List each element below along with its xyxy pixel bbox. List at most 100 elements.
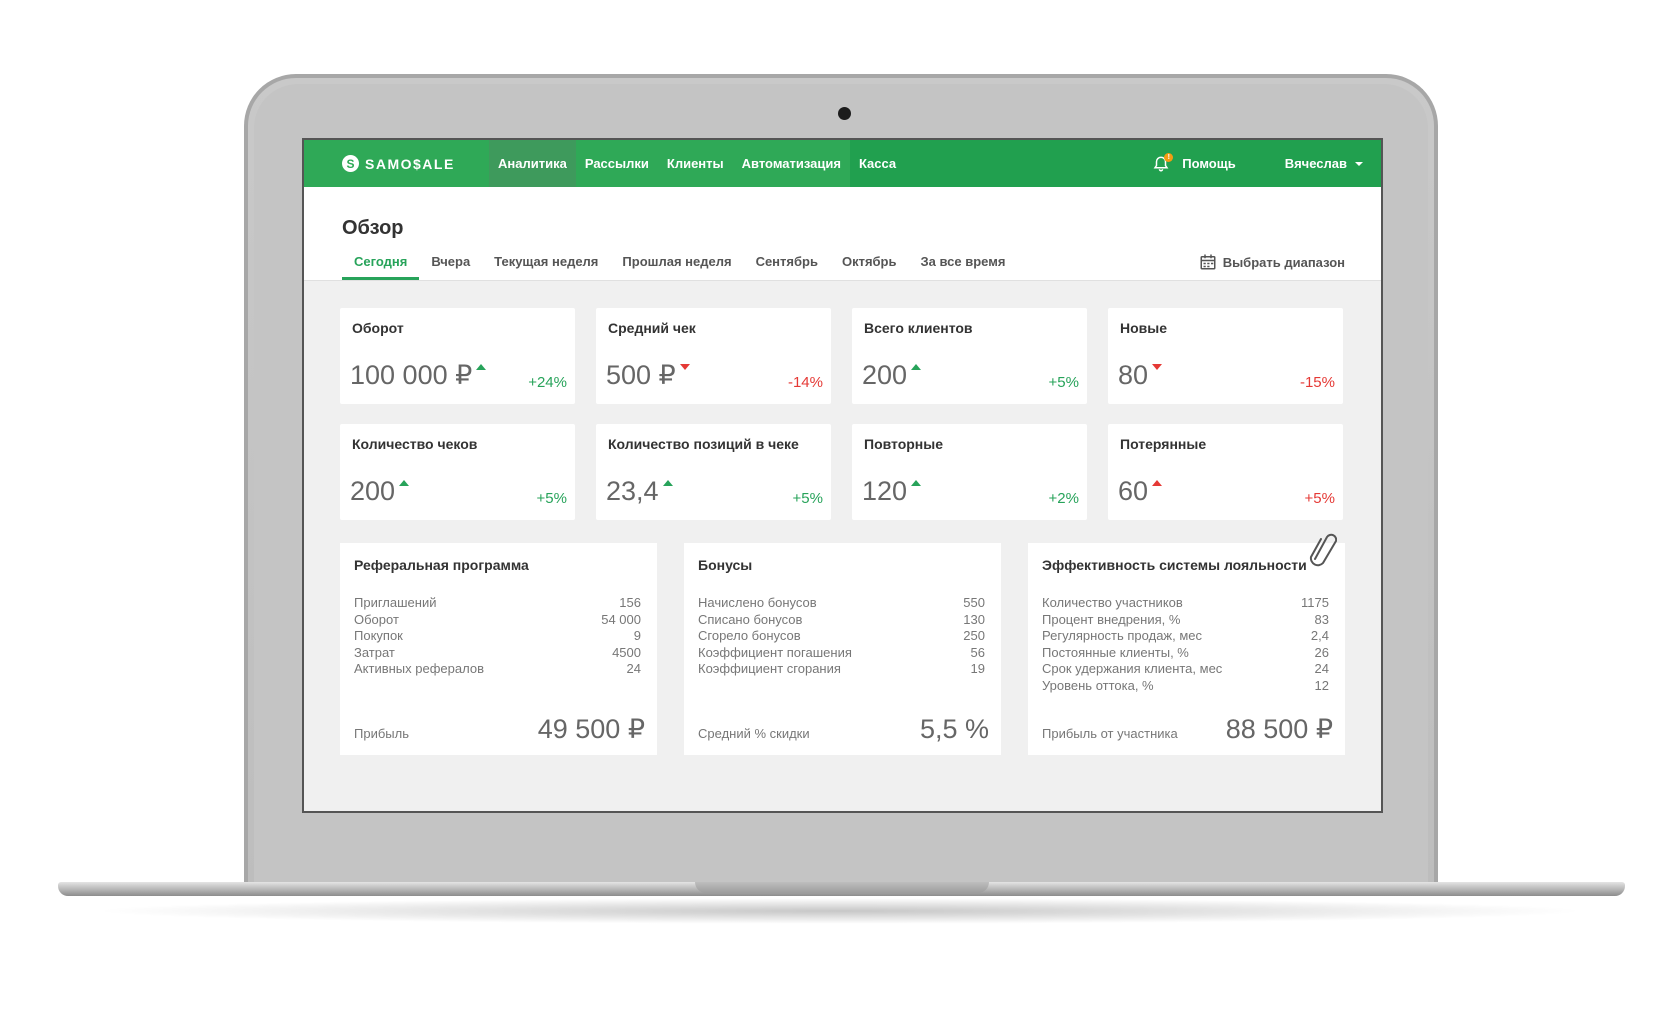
- list-item: Оборот 54 000: [354, 612, 641, 629]
- kpi-title: Оборот: [352, 320, 404, 336]
- kpi-title: Количество чеков: [352, 436, 478, 452]
- row-value: 550: [963, 595, 985, 610]
- nav-item-clients[interactable]: Клиенты: [657, 140, 733, 187]
- kpi-value: 23,4: [606, 476, 659, 506]
- row-label: Срок удержания клиента, мес: [1042, 661, 1223, 676]
- kpi-card-total-clients[interactable]: Всего клиентов 200 +5%: [852, 308, 1087, 404]
- kpi-title: Повторные: [864, 436, 944, 452]
- panel-foot-value: 49 500 ₽: [537, 714, 645, 744]
- tab-september[interactable]: Сентябрь: [744, 246, 830, 280]
- list-item: Уровень оттока, % 12: [1042, 678, 1329, 695]
- kpi-value: 500 ₽: [606, 360, 676, 390]
- list-item: Регулярность продаж, мес 2,4: [1042, 628, 1329, 645]
- arrow-down-icon: [1152, 364, 1163, 370]
- row-label: Приглашений: [354, 595, 437, 610]
- list-item: Начислено бонусов 550: [698, 595, 985, 612]
- notification-badge: !: [1164, 152, 1174, 162]
- row-label: Регулярность продаж, мес: [1042, 628, 1203, 643]
- list-item: Коэффициент сгорания 19: [698, 661, 985, 678]
- nav-item-mailings[interactable]: Рассылки: [575, 140, 658, 187]
- kpi-title: Средний чек: [608, 320, 696, 336]
- tab-yesterday[interactable]: Вчера: [419, 246, 482, 280]
- panel-foot-value: 88 500 ₽: [1225, 714, 1333, 744]
- kpi-card-lost[interactable]: Потерянные 60 +5%: [1108, 424, 1343, 520]
- laptop-notch: [695, 882, 989, 893]
- list-item: Сгорело бонусов 250: [698, 628, 985, 645]
- list-item: Срок удержания клиента, мес 24: [1042, 661, 1329, 678]
- kpi-change: -15%: [1299, 374, 1335, 391]
- page-header: Обзор Сегодня Вчера Текущая неделя Прошл…: [304, 187, 1381, 281]
- kpi-card-average-check[interactable]: Средний чек 500 ₽ -14%: [596, 308, 831, 404]
- panel-foot-label: Средний % скидки: [698, 726, 810, 741]
- nav-item-automation[interactable]: Автоматизация: [732, 140, 850, 187]
- nav-items: Аналитика Рассылки Клиенты Автоматизация…: [489, 140, 906, 187]
- arrow-up-icon: [911, 480, 922, 486]
- row-value: 56: [970, 644, 985, 660]
- row-label: Сгорело бонусов: [698, 628, 801, 643]
- kpi-title: Новые: [1120, 320, 1168, 336]
- row-value: 26: [1314, 644, 1329, 660]
- list-item: Покупок 9: [354, 628, 641, 645]
- kpi-change: +24%: [528, 374, 567, 391]
- logo[interactable]: S SAMO$ALE: [304, 140, 489, 187]
- nav-item-cashbox[interactable]: Касса: [849, 140, 906, 187]
- row-label: Начислено бонусов: [698, 595, 817, 610]
- notifications-button[interactable]: !: [1152, 152, 1174, 173]
- panel-rows: Количество участников 1175 Процент внедре…: [1042, 595, 1329, 694]
- tab-october[interactable]: Октябрь: [830, 246, 909, 280]
- panel-title: Реферальная программа: [354, 557, 529, 573]
- row-value: 12: [1314, 677, 1329, 693]
- list-item: Коэффициент погашения 56: [698, 645, 985, 662]
- panel-bonuses: Бонусы Начислено бонусов 550 Списано бону…: [684, 543, 1001, 755]
- row-label: Оборот: [354, 611, 399, 627]
- row-label: Затрат: [354, 644, 395, 660]
- row-label: Покупок: [354, 628, 403, 643]
- kpi-title: Потерянные: [1120, 436, 1207, 452]
- kpi-value: 100 000 ₽: [350, 360, 473, 390]
- camera-icon: [838, 107, 851, 120]
- row-value: 2,4: [1310, 628, 1329, 643]
- kpi-card-repeat[interactable]: Повторные 120 +2%: [852, 424, 1087, 520]
- user-menu[interactable]: Вячеслав: [1285, 156, 1363, 171]
- nav-item-analytics[interactable]: Аналитика: [489, 140, 576, 187]
- tab-all-time[interactable]: За все время: [909, 246, 1018, 280]
- arrow-up-icon: [662, 480, 673, 486]
- arrow-down-icon: [679, 364, 690, 370]
- paperclip-icon: [1309, 533, 1337, 567]
- tab-current-week[interactable]: Текущая неделя: [482, 246, 610, 280]
- tab-last-week[interactable]: Прошлая неделя: [610, 246, 743, 280]
- panel-title: Бонусы: [698, 557, 753, 573]
- kpi-change: +5%: [536, 490, 567, 507]
- row-value: 83: [1314, 611, 1329, 627]
- arrow-up-icon: [476, 364, 487, 370]
- page-title: Обзор: [342, 217, 404, 239]
- chevron-down-icon: [1355, 161, 1363, 166]
- row-label: Процент внедрения, %: [1042, 611, 1181, 627]
- kpi-card-items-per-check[interactable]: Количество позиций в чеке 23,4 +5%: [596, 424, 831, 520]
- row-value: 4500: [612, 644, 641, 660]
- kpi-value: 200: [350, 476, 396, 506]
- kpi-card-turnover[interactable]: Оборот 100 000 ₽ +24%: [340, 308, 575, 404]
- kpi-change: +2%: [1048, 490, 1079, 507]
- row-value: 24: [626, 661, 641, 676]
- list-item: Затрат 4500: [354, 645, 641, 662]
- row-label: Количество участников: [1042, 595, 1183, 610]
- kpi-card-checks-count[interactable]: Количество чеков 200 +5%: [340, 424, 575, 520]
- user-name: Вячеслав: [1284, 156, 1347, 171]
- kpi-card-new[interactable]: Новые 80 -15%: [1108, 308, 1343, 404]
- summary-panels: Реферальная программа Приглашений 156 Обо…: [340, 533, 1345, 755]
- top-navigation: S SAMO$ALE Аналитика Рассылки Клиенты Ав…: [304, 140, 1381, 187]
- help-link[interactable]: Помощь: [1182, 156, 1235, 171]
- row-label: Постоянные клиенты, %: [1042, 644, 1189, 660]
- kpi-value: 80: [1118, 360, 1149, 390]
- kpi-value: 120: [862, 476, 908, 506]
- tab-today[interactable]: Сегодня: [342, 246, 420, 280]
- kpi-change: +5%: [1048, 374, 1079, 391]
- period-tabs: Сегодня Вчера Текущая неделя Прошлая нед…: [342, 246, 1017, 280]
- arrow-up-icon: [399, 480, 410, 486]
- kpi-title: Количество позиций в чеке: [608, 436, 799, 452]
- list-item: Списано бонусов 130: [698, 612, 985, 629]
- select-range-button[interactable]: Выбрать диапазон: [1199, 253, 1345, 271]
- row-label: Уровень оттока, %: [1042, 677, 1154, 693]
- row-label: Коэффициент сгорания: [698, 661, 841, 676]
